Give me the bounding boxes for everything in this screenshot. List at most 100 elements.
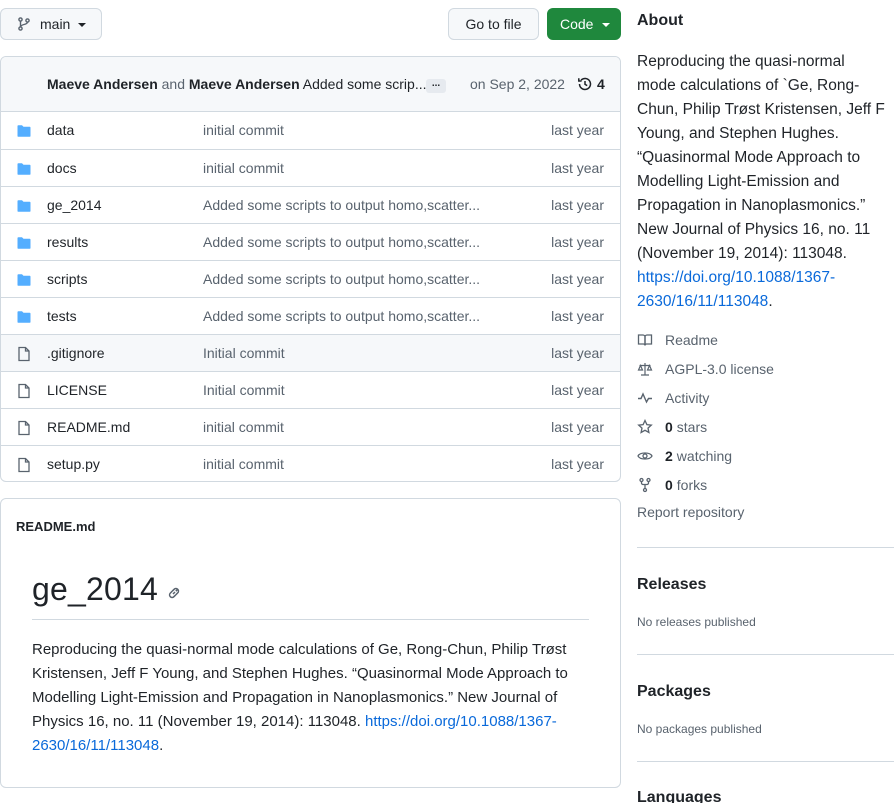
file-icon [18,383,30,399]
repo-meta-list: Readme AGPL-3.0 license Activity 0 stars [637,325,774,499]
file-name[interactable]: scripts [47,271,87,287]
stars-count: 0 [665,418,673,435]
file-row[interactable]: data initial commit last year [1,112,620,149]
readme-title-rule [32,619,589,620]
file-age: last year [551,271,604,287]
readme-panel: README.md ge_2014 Reproducing the quasi-… [0,498,621,788]
sidebar-divider [637,761,894,762]
go-to-file-button[interactable]: Go to file [448,8,539,40]
readme-link-suffix: . [159,737,164,754]
file-list: Maeve Andersen and Maeve Andersen Added … [0,56,621,482]
file-commit-message[interactable]: initial commit [203,122,284,138]
file-age: last year [551,308,604,324]
folder-icon [17,274,31,286]
file-row[interactable]: results Added some scripts to output homo… [1,223,620,260]
file-age: last year [551,197,604,213]
book-icon [637,333,653,346]
history-icon [578,77,592,91]
file-commit-message[interactable]: Added some scripts to output homo,scatte… [203,234,480,250]
readme-link[interactable]: Readme [637,325,774,354]
readme-title-text: ge_2014 [32,571,158,607]
file-row[interactable]: ge_2014 Added some scripts to output homo… [1,186,620,223]
latest-commit-bar: Maeve Andersen and Maeve Andersen Added … [1,57,620,112]
license-link[interactable]: AGPL-3.0 license [637,354,774,383]
readme-body: Reproducing the quasi-normal mode calcul… [32,638,592,758]
eye-icon [637,451,653,460]
file-commit-message[interactable]: Added some scripts to output homo,scatte… [203,271,480,287]
file-row[interactable]: tests Added some scripts to output homo,s… [1,297,620,334]
license-label: AGPL-3.0 license [665,360,774,377]
readme-title: ge_2014 [32,571,182,608]
file-icon [18,346,30,362]
report-repository-link[interactable]: Report repository [637,504,744,520]
code-button[interactable]: Code [547,8,621,40]
forks-count: 0 [665,476,673,493]
file-name[interactable]: docs [47,160,77,176]
commit-author-link[interactable]: Maeve Andersen [47,76,158,92]
anchor-link-icon[interactable] [166,585,182,601]
git-branch-icon [18,17,30,31]
about-description: Reproducing the quasi-normal mode calcul… [637,50,887,314]
file-age: last year [551,345,604,361]
file-commit-message[interactable]: initial commit [203,456,284,472]
watching-count: 2 [665,447,673,464]
folder-icon [17,237,31,249]
file-icon [18,420,30,436]
file-commit-message[interactable]: initial commit [203,419,284,435]
file-row[interactable]: .gitignore Initial commit last year [1,334,620,371]
code-button-label: Code [560,16,594,32]
file-age: last year [551,419,604,435]
file-row[interactable]: LICENSE Initial commit last year [1,371,620,408]
releases-heading[interactable]: Releases [637,576,706,594]
about-heading: About [637,12,684,29]
activity-label: Activity [665,389,710,406]
watching-label: watching [676,447,733,464]
watching-link[interactable]: 2 watching [637,441,774,470]
file-commit-message[interactable]: initial commit [203,160,284,176]
languages-heading: Languages [637,789,722,803]
file-row[interactable]: docs initial commit last year [1,149,620,186]
stars-link[interactable]: 0 stars [637,412,774,441]
stars-label: stars [676,418,708,435]
folder-icon [17,163,31,175]
branch-selector[interactable]: main [0,8,102,40]
file-name[interactable]: tests [47,308,77,324]
file-commit-message[interactable]: Initial commit [203,382,285,398]
file-name[interactable]: setup.py [47,456,100,472]
file-name[interactable]: README.md [47,419,130,435]
file-commit-message[interactable]: Added some scripts to output homo,scatte… [203,308,480,324]
file-row[interactable]: scripts Added some scripts to output homo… [1,260,620,297]
readme-header[interactable]: README.md [16,519,95,534]
fork-icon [639,477,651,492]
pulse-icon [638,391,652,404]
commit-author-link[interactable]: Maeve Andersen [189,76,300,92]
sidebar-divider [637,547,894,548]
commit-message[interactable]: Added some scrip... [303,76,427,92]
about-doi-link[interactable]: https://doi.org/10.1088/1367-2630/16/11/… [637,269,835,310]
file-row[interactable]: setup.py initial commit last year [1,445,620,481]
file-commit-message[interactable]: Initial commit [203,345,285,361]
file-icon [18,457,30,473]
packages-empty: No packages published [637,722,762,736]
file-age: last year [551,234,604,250]
forks-label: forks [676,476,708,493]
file-name[interactable]: .gitignore [47,345,105,361]
releases-empty: No releases published [637,615,756,629]
file-row[interactable]: README.md initial commit last year [1,408,620,445]
commit-and: and [161,76,185,92]
commit-count: 4 [597,76,605,92]
file-name[interactable]: LICENSE [47,382,107,398]
file-age: last year [551,456,604,472]
commit-date: on Sep 2, 2022 [470,76,565,92]
file-commit-message[interactable]: Added some scripts to output homo,scatte… [203,197,480,213]
packages-heading[interactable]: Packages [637,683,711,701]
file-age: last year [551,382,604,398]
about-text: Reproducing the quasi-normal mode calcul… [637,53,885,262]
commit-history-link[interactable]: 4 [577,76,605,92]
expand-commit-button[interactable]: ... [426,79,446,93]
activity-link[interactable]: Activity [637,383,774,412]
file-name[interactable]: ge_2014 [47,197,102,213]
file-name[interactable]: data [47,122,74,138]
file-name[interactable]: results [47,234,88,250]
forks-link[interactable]: 0 forks [637,470,774,499]
